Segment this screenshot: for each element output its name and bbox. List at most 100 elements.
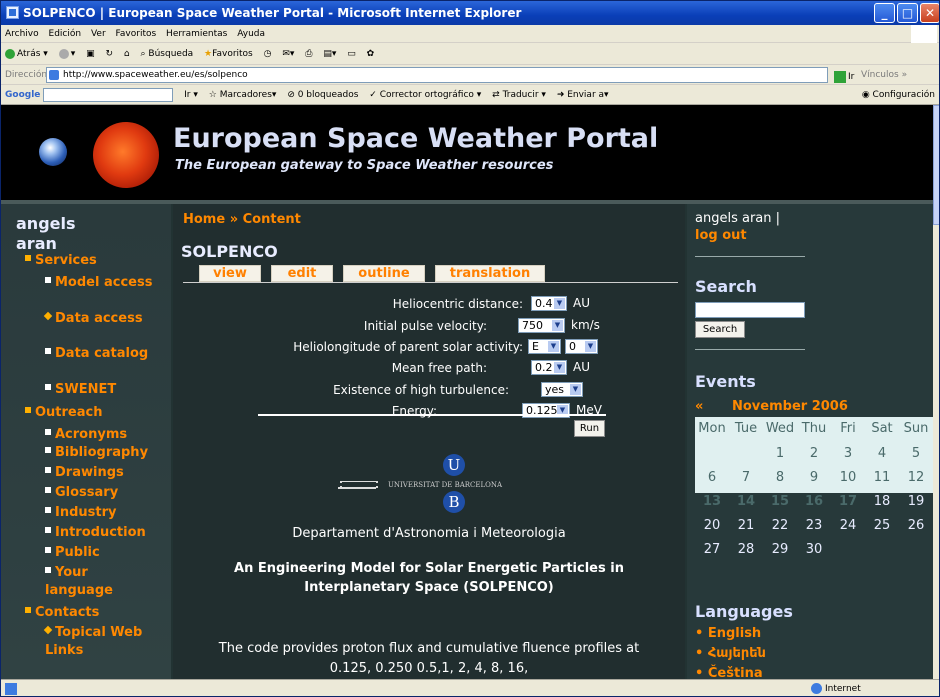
language-link[interactable]: • Հայերեն — [695, 644, 766, 664]
sidebar-item[interactable]: Your language — [45, 564, 160, 600]
google-search-input[interactable] — [43, 87, 174, 102]
home-icon[interactable]: ⌂ — [124, 49, 130, 59]
maximize-button[interactable]: □ — [897, 3, 918, 23]
browser-window: SOLPENCO | European Space Weather Portal… — [0, 0, 940, 697]
menu-ver[interactable]: Ver — [91, 29, 106, 39]
sidebar-item[interactable]: Introduction — [45, 524, 160, 542]
calendar-day: 9 — [809, 470, 819, 485]
sidebar-item[interactable]: Industry — [45, 504, 160, 522]
mail-icon[interactable]: ✉▾ — [282, 49, 294, 59]
messenger-icon[interactable]: ✿ — [367, 49, 375, 59]
search-input[interactable] — [695, 302, 805, 318]
search-button[interactable]: Search — [695, 321, 745, 338]
back-button[interactable]: Atrás ▾ — [5, 48, 48, 59]
calendar-day-event[interactable]: 13 — [695, 494, 729, 509]
calendar-day: 2 — [809, 446, 819, 461]
security-zone-label: Internet — [825, 684, 861, 694]
calendar-day: 7 — [741, 470, 751, 485]
google-config-button[interactable]: ◉ Configuración — [862, 85, 935, 105]
heliolongitude-direction-value: E — [532, 340, 539, 353]
pulse-velocity-select[interactable]: 750 ▼ — [518, 318, 565, 333]
sidebar-item[interactable]: Bibliography — [45, 444, 160, 462]
heliolongitude-direction-select[interactable]: E ▼ — [528, 339, 561, 354]
mean-free-path-value: 0.2 — [535, 361, 553, 374]
site-title[interactable]: European Space Weather Portal — [173, 123, 658, 154]
calendar-day: 18 — [873, 494, 891, 509]
sidebar-item[interactable]: Drawings — [45, 464, 160, 482]
calendar-day-event[interactable]: 14 — [729, 494, 763, 509]
sidebar-item[interactable]: Data catalog — [45, 345, 160, 363]
favorites-button[interactable]: ★Favoritos — [204, 49, 253, 59]
breadcrumb[interactable]: Home » Content — [183, 212, 301, 227]
sidebar-item-label: Public — [55, 545, 100, 560]
sidebar-item[interactable]: Acronyms — [45, 426, 160, 444]
bookmarks-button[interactable]: ☆ Marcadores▾ — [209, 90, 277, 100]
calendar-day-event[interactable]: 16 — [797, 494, 831, 509]
sidebar-item-label: Contacts — [35, 605, 100, 620]
language-label: English — [707, 626, 762, 641]
sidebar-item-label: Data catalog — [55, 346, 149, 361]
print-icon[interactable]: ⎙ — [305, 49, 312, 59]
vertical-scrollbar[interactable] — [933, 105, 939, 679]
menu-favoritos[interactable]: Favoritos — [116, 29, 157, 39]
address-input[interactable]: http://www.spaceweather.eu/es/solpenco — [46, 67, 828, 83]
menu-herramientas[interactable]: Herramientas — [166, 29, 227, 39]
calendar-prev-link[interactable]: « — [695, 399, 703, 414]
language-link[interactable]: • Čeština — [695, 664, 766, 679]
sidebar-item[interactable]: Services — [25, 252, 165, 270]
calendar-day: 23 — [805, 518, 823, 533]
logout-link[interactable]: log out — [695, 228, 747, 243]
minimize-button[interactable]: _ — [874, 3, 895, 23]
sidebar-item[interactable]: Data access — [43, 310, 160, 328]
calendar-day-event[interactable]: 15 — [763, 494, 797, 509]
popup-blocker[interactable]: ⊘ 0 bloqueados — [287, 90, 358, 100]
google-go-button[interactable]: Ir ▾ — [184, 90, 198, 100]
status-bar: Internet — [1, 679, 939, 696]
sidebar-item-label: Your language — [45, 565, 113, 598]
page-viewport: European Space Weather Portal The Europe… — [1, 105, 933, 679]
heliocentric-distance-select[interactable]: 0.4 ▼ — [531, 296, 567, 311]
sidebar-item[interactable]: Glossary — [45, 484, 160, 502]
calendar-day: 6 — [707, 470, 717, 485]
search-button[interactable]: ⌕ Búsqueda — [141, 49, 194, 59]
calendar-day-header: Mon — [698, 421, 726, 436]
sidebar-item[interactable]: Outreach — [25, 404, 165, 422]
history-icon[interactable]: ◷ — [264, 49, 272, 59]
heliolongitude-degrees-select[interactable]: 0 ▼ — [565, 339, 598, 354]
sidebar-item[interactable]: Topical Web Links — [43, 624, 160, 660]
user-name: angels aran | — [695, 211, 781, 226]
menu-archivo[interactable]: Archivo — [5, 29, 39, 39]
spellcheck-button[interactable]: ✓ Corrector ortográfico ▾ — [369, 90, 481, 100]
sidebar-item[interactable]: Model access — [45, 274, 160, 292]
send-to-button[interactable]: ➜ Enviar a▾ — [557, 90, 609, 100]
ie-icon — [6, 6, 19, 19]
ub-logo-u: U — [443, 454, 465, 476]
translate-button[interactable]: ⇄ Traducir ▾ — [492, 90, 546, 100]
sidebar-item[interactable]: Contacts — [25, 604, 165, 622]
links-button[interactable]: Vínculos » — [861, 65, 907, 85]
edit-icon[interactable]: ▤▾ — [323, 49, 336, 59]
tab-translation[interactable]: translation — [435, 265, 545, 282]
mean-free-path-select[interactable]: 0.2 ▼ — [531, 360, 567, 375]
language-link[interactable]: • English — [695, 624, 766, 644]
menu-ayuda[interactable]: Ayuda — [237, 29, 265, 39]
run-button[interactable]: Run — [574, 420, 605, 437]
refresh-icon[interactable]: ↻ — [106, 49, 114, 59]
turbulence-select[interactable]: yes ▼ — [541, 382, 583, 397]
sidebar-item-label: Acronyms — [55, 427, 128, 442]
sidebar-item[interactable]: SWENET — [45, 381, 160, 399]
go-button[interactable]: Ir — [834, 67, 854, 87]
menu-edicion[interactable]: Edición — [49, 29, 82, 39]
calendar-day: 20 — [703, 518, 721, 533]
forward-button[interactable]: ▾ — [58, 48, 75, 59]
tab-edit[interactable]: edit — [271, 265, 333, 282]
sidebar-item[interactable]: Public — [45, 544, 160, 562]
sidebar-username[interactable]: angels aran — [16, 214, 106, 254]
calendar-day-event[interactable]: 17 — [831, 494, 865, 509]
scrollbar-thumb[interactable] — [933, 105, 939, 225]
tab-outline[interactable]: outline — [343, 265, 425, 282]
folder-icon[interactable]: ▭ — [347, 49, 356, 59]
stop-icon[interactable]: ▣ — [86, 49, 95, 59]
close-button[interactable]: ✕ — [920, 3, 939, 23]
tab-view[interactable]: view — [199, 265, 261, 282]
